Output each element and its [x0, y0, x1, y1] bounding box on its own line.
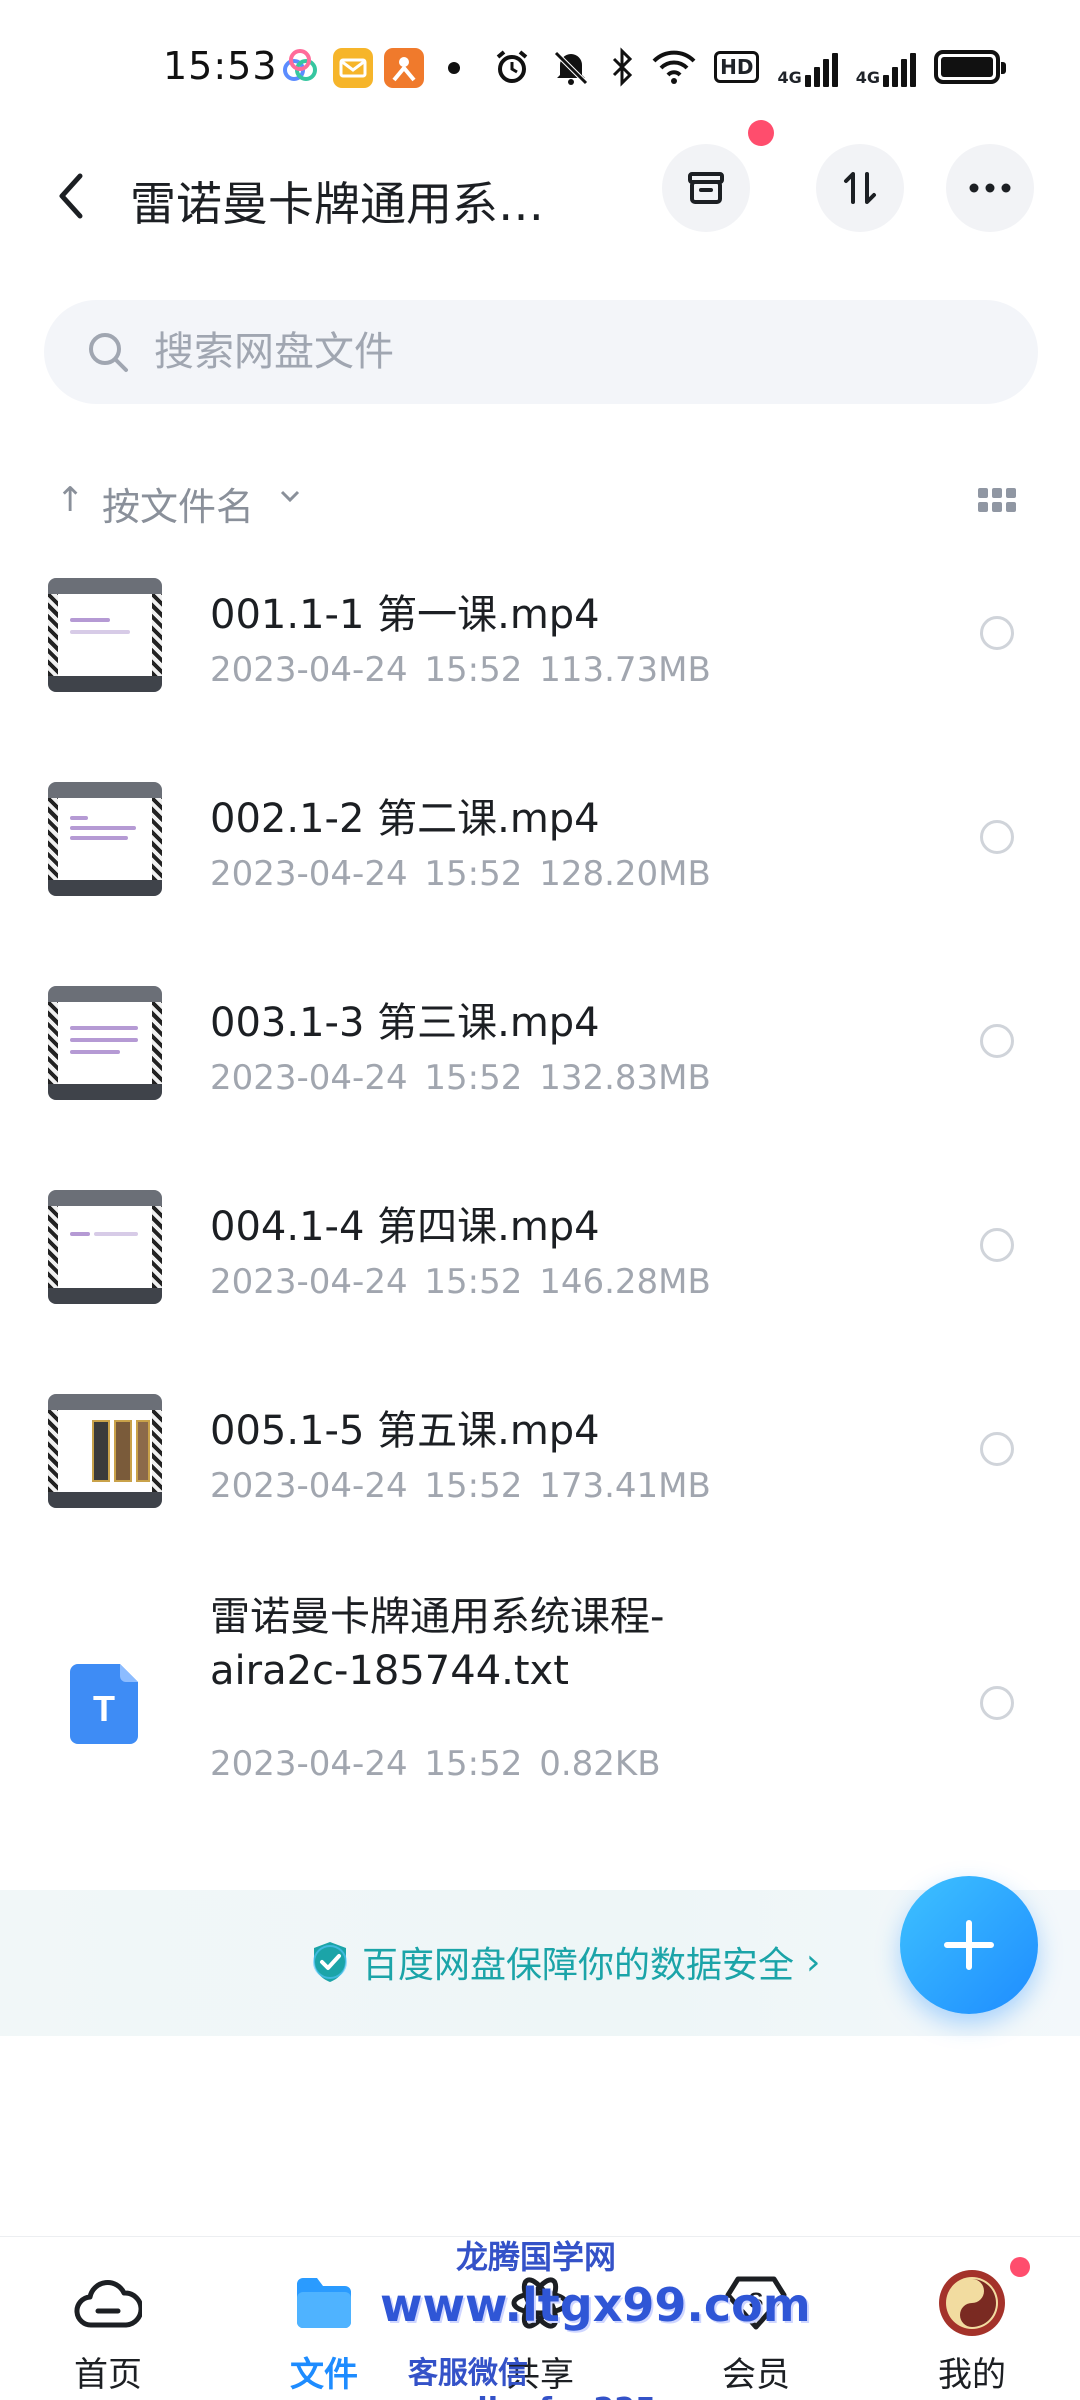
video-thumbnail [48, 782, 162, 896]
list-item[interactable]: 001.1-1 第一课.mp4 2023-04-24 15:52 113.73M… [0, 560, 1080, 764]
list-item[interactable]: T 雷诺曼卡牌通用系统课程-aira2c-185744.txt 2023-04-… [0, 1580, 1080, 1840]
video-thumbnail [48, 578, 162, 692]
svg-text:S: S [749, 2288, 764, 2313]
nav-item-me[interactable]: 我的 [882, 2237, 1062, 2400]
security-banner-content: 百度网盘保障你的数据安全 › [310, 1936, 820, 1988]
file-meta: 2023-04-24 15:52 173.41MB [210, 1466, 711, 1506]
select-radio[interactable] [980, 820, 1014, 854]
nav-label: 共享 [506, 2355, 574, 2395]
list-item[interactable]: 005.1-5 第五课.mp4 2023-04-24 15:52 173.41M… [0, 1376, 1080, 1580]
more-icon [969, 183, 1011, 193]
nav-item-share[interactable]: 共享 [450, 2237, 630, 2400]
sort-arrow-icon[interactable]: ↑ [56, 480, 85, 520]
bluetooth-icon [610, 47, 634, 87]
shield-icon [313, 1942, 347, 1982]
badge-dot [1010, 2257, 1030, 2277]
file-name: 004.1-4 第四课.mp4 [210, 1204, 600, 1250]
search-input[interactable] [154, 300, 994, 404]
list-item[interactable]: 003.1-3 第三课.mp4 2023-04-24 15:52 132.83M… [0, 968, 1080, 1172]
status-icons: HD 4G 4G [492, 46, 1006, 88]
alarm-icon [492, 47, 532, 87]
file-name: 005.1-5 第五课.mp4 [210, 1408, 600, 1454]
mail-app-icon [333, 48, 373, 88]
signal-icon: 4G [777, 47, 838, 87]
add-button[interactable] [900, 1876, 1038, 2014]
archive-icon [688, 172, 724, 204]
nav-label: 文件 [290, 2355, 358, 2395]
file-name: 003.1-3 第三课.mp4 [210, 1000, 600, 1046]
file-browser-screen: 15:53 HD 4G 4G 雷诺曼卡牌通用系… 搜索网盘文件 ↑ 按文件名 0… [0, 0, 1080, 2400]
nav-label: 首页 [74, 2355, 142, 2395]
back-arrow-icon[interactable] [52, 166, 92, 226]
select-radio[interactable] [980, 1228, 1014, 1262]
nav-label: 我的 [938, 2355, 1006, 2395]
video-thumbnail [48, 986, 162, 1100]
file-name: 002.1-2 第二课.mp4 [210, 796, 600, 842]
video-thumbnail [48, 1190, 162, 1304]
more-button[interactable] [946, 144, 1034, 232]
hd-icon: HD [714, 47, 760, 87]
chevron-right-icon: › [806, 1941, 821, 1983]
nav-label: 会员 [722, 2355, 790, 2395]
mute-icon [550, 47, 592, 87]
status-bar: 15:53 HD 4G 4G [0, 0, 1080, 140]
folder-icon [288, 2267, 360, 2339]
select-radio[interactable] [980, 1024, 1014, 1058]
list-item[interactable]: 004.1-4 第四课.mp4 2023-04-24 15:52 146.28M… [0, 1172, 1080, 1376]
archive-button[interactable] [662, 144, 750, 232]
cloud-home-icon [72, 2267, 144, 2339]
file-meta: 2023-04-24 15:52 146.28MB [210, 1262, 711, 1302]
security-banner-text: 百度网盘保障你的数据安全 [362, 1945, 795, 1986]
wifi-icon [652, 47, 696, 87]
battery-icon [934, 47, 1006, 87]
select-radio[interactable] [980, 1432, 1014, 1466]
notification-dot-icon [448, 62, 460, 74]
plus-icon [944, 1920, 994, 1970]
text-file-icon: T [70, 1664, 138, 1744]
search-bar[interactable] [44, 300, 1038, 404]
signal-icon-2: 4G [856, 47, 916, 87]
file-meta: 2023-04-24 15:52 132.83MB [210, 1058, 711, 1098]
file-meta: 2023-04-24 15:52 128.20MB [210, 854, 711, 894]
nav-item-files[interactable]: 文件 [234, 2237, 414, 2400]
nav-item-home[interactable]: 首页 [18, 2237, 198, 2400]
svg-text:T: T [93, 1688, 115, 1729]
chevron-down-icon[interactable] [278, 488, 302, 508]
nav-item-vip[interactable]: S 会员 [666, 2237, 846, 2400]
list-item[interactable]: 002.1-2 第二课.mp4 2023-04-24 15:52 128.20M… [0, 764, 1080, 968]
transfer-button[interactable] [816, 144, 904, 232]
search-icon [86, 330, 130, 378]
bottom-nav: 首页 文件 共享 S 会员 我的 [0, 2236, 1080, 2400]
cloud-app-icon [280, 48, 320, 88]
vip-diamond-icon: S [720, 2267, 792, 2339]
file-meta: 2023-04-24 15:52 0.82KB [210, 1744, 661, 1784]
file-name: 001.1-1 第一课.mp4 [210, 592, 600, 638]
file-list: 001.1-1 第一课.mp4 2023-04-24 15:52 113.73M… [0, 560, 1080, 1840]
avatar [936, 2267, 1008, 2339]
page-title: 雷诺曼卡牌通用系… [130, 177, 544, 231]
badge-dot [748, 120, 774, 146]
transfer-icon [844, 172, 876, 204]
sort-bar: ↑ 按文件名 [0, 460, 1080, 540]
file-name: 雷诺曼卡牌通用系统课程-aira2c-185744.txt [210, 1594, 665, 1694]
top-bar: 雷诺曼卡牌通用系… [0, 120, 1080, 300]
share-icon [504, 2267, 576, 2339]
grid-view-icon[interactable] [978, 488, 1016, 512]
video-thumbnail [48, 1394, 162, 1508]
person-app-icon [384, 48, 424, 88]
sort-label[interactable]: 按文件名 [102, 476, 254, 531]
status-time: 15:53 [163, 44, 278, 88]
file-meta: 2023-04-24 15:52 113.73MB [210, 650, 711, 690]
select-radio[interactable] [980, 616, 1014, 650]
select-radio[interactable] [980, 1686, 1014, 1720]
